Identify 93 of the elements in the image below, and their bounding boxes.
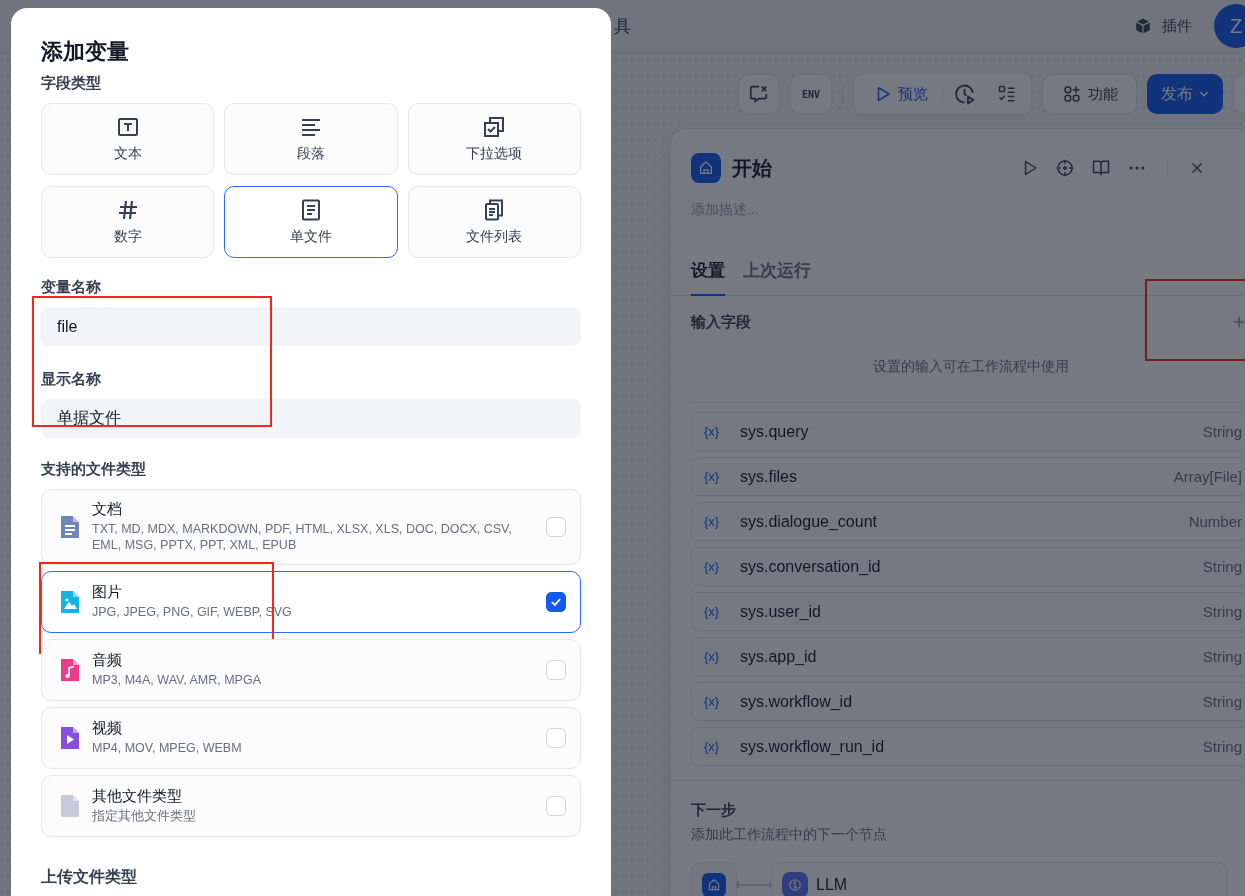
variable-type: Array[File] (1173, 468, 1242, 485)
variable-name: sys.workflow_id (740, 692, 853, 711)
variable-type: Number (1188, 513, 1242, 530)
crosshair-icon[interactable] (1055, 158, 1075, 178)
field-label: 字段类型 (41, 74, 102, 93)
variable-icon: {x} (704, 694, 726, 709)
file-extensions: 指定其他文件类型 (92, 807, 197, 825)
file-type-option[interactable]: 音频 MP3, M4A, WAV, AMR, MPGA (41, 638, 581, 701)
field-label: 上传文件类型 (41, 866, 138, 887)
field-type-option[interactable]: 下拉选项 (407, 103, 581, 175)
file-type-name: 其他文件类型 (92, 786, 183, 806)
dialog-title: 添加变量 (41, 38, 130, 66)
variable-type: String (1202, 693, 1242, 710)
file-icon (60, 793, 80, 818)
music-file-icon (60, 657, 80, 682)
hint-text: 设置的输入可在工作流程中使用 (691, 358, 1245, 403)
file-extensions: MP3, M4A, WAV, AMR, MPGA (92, 671, 263, 689)
variable-type: String (1202, 558, 1242, 575)
variable-row[interactable]: {x} sys.query String (691, 412, 1245, 451)
file-type-name: 视频 (92, 718, 123, 738)
field-type-option[interactable]: 文本 (41, 103, 215, 175)
document-file-icon (60, 514, 80, 539)
file-type-name: 音频 (92, 650, 123, 670)
variable-name: sys.dialogue_count (740, 512, 877, 531)
panel-tab[interactable]: 上次运行 (743, 253, 811, 296)
checklist-icon (997, 84, 1017, 104)
variable-name: sys.files (740, 467, 797, 486)
variable-type: String (1202, 603, 1242, 620)
text-box-icon (115, 115, 140, 139)
field-type-option[interactable]: 数字 (41, 186, 215, 258)
variable-type: String (1202, 423, 1242, 440)
variable-row[interactable]: {x} sys.files Array[File] (691, 457, 1245, 496)
menu-text[interactable]: 具 (614, 14, 631, 38)
document-icon (299, 198, 323, 222)
plugins-link[interactable]: 插件 (1134, 16, 1192, 36)
cube-icon (1134, 17, 1152, 35)
field-type-option[interactable]: 文件列表 (407, 186, 581, 258)
variable-row[interactable]: {x} sys.user_id String (691, 592, 1245, 631)
field-type-option[interactable]: 单文件 (224, 186, 398, 258)
section-title: 下一步 (691, 801, 737, 820)
field-label: 显示名称 (41, 370, 102, 389)
section-title: 输入字段 (691, 312, 751, 332)
file-type-name: 文档 (92, 500, 123, 519)
panel-tab[interactable]: 设置 (691, 253, 725, 296)
video-file-icon (60, 725, 80, 750)
home-icon (691, 153, 721, 183)
message-x-icon (748, 83, 770, 105)
variable-name: sys.query (740, 422, 809, 441)
variable-type: String (1202, 648, 1242, 665)
file-extensions: MP4, MOV, MPEG, WEBM (92, 739, 243, 757)
file-type-option[interactable]: 其他文件类型 指定其他文件类型 (41, 774, 581, 837)
variable-type: String (1202, 738, 1242, 755)
variable-row[interactable]: {x} sys.app_id String (691, 637, 1245, 676)
variable-row[interactable]: {x} sys.workflow_run_id String (691, 727, 1245, 766)
features-button[interactable]: 功能 (1042, 74, 1137, 114)
image-file-icon (60, 589, 80, 614)
field-label: 变量名称 (41, 278, 102, 297)
conversation-variables-button[interactable] (738, 74, 780, 114)
variable-row[interactable]: {x} sys.conversation_id String (691, 547, 1245, 586)
book-icon[interactable] (1091, 158, 1111, 178)
variable-icon: {x} (704, 514, 726, 529)
variable-icon: {x} (704, 739, 726, 754)
clock-play-icon (953, 82, 977, 106)
node-name: LLM (816, 876, 848, 894)
publish-button[interactable]: 发布 (1147, 74, 1223, 114)
variable-icon: {x} (704, 649, 726, 664)
checkbox[interactable] (546, 591, 566, 612)
file-type-name: 图片 (92, 582, 123, 602)
variable-name-input[interactable]: file (41, 307, 581, 346)
variable-row[interactable]: {x} sys.workflow_id String (691, 682, 1245, 721)
variable-name: sys.conversation_id (740, 557, 881, 576)
node-title: 开始 (732, 155, 772, 181)
user-avatar[interactable]: Z (1214, 4, 1245, 48)
next-node[interactable]: LLM (771, 862, 1227, 896)
checkbox-stack-icon (482, 115, 507, 139)
variable-name: sys.app_id (740, 647, 817, 666)
apps-add-icon (1061, 84, 1082, 104)
variable-icon: {x} (704, 559, 726, 574)
variable-row[interactable]: {x} sys.dialogue_count Number (691, 502, 1245, 541)
variable-icon: {x} (704, 469, 726, 484)
variable-name: sys.user_id (740, 602, 821, 621)
file-type-option[interactable]: 文档 TXT, MD, MDX, MARKDOWN, PDF, HTML, XLSX, XLS, DOC, DOCX, CSV, EML, MSG, PPTX, PPT, XML, EPUB (41, 489, 581, 565)
display-name-input[interactable]: 单据文件 (41, 399, 581, 438)
file-type-option[interactable]: 视频 MP4, MOV, MPEG, WEBM (41, 706, 581, 769)
connector-line (737, 881, 771, 889)
field-type-option[interactable]: 段落 (224, 103, 398, 175)
env-button[interactable]: ENV (790, 74, 832, 114)
variable-icon: {x} (704, 424, 726, 439)
field-label: 支持的文件类型 (41, 460, 147, 479)
section-description: 添加此工作流程中的下一个节点 (691, 826, 888, 844)
variable-name: sys.workflow_run_id (740, 737, 885, 756)
variable-icon: {x} (704, 604, 726, 619)
file-extensions: TXT, MD, MDX, MARKDOWN, PDF, HTML, XLSX, XLS, DOC, DOCX, CSV, EML, MSG, PPTX, PPT, XML, EPUB (92, 521, 513, 554)
